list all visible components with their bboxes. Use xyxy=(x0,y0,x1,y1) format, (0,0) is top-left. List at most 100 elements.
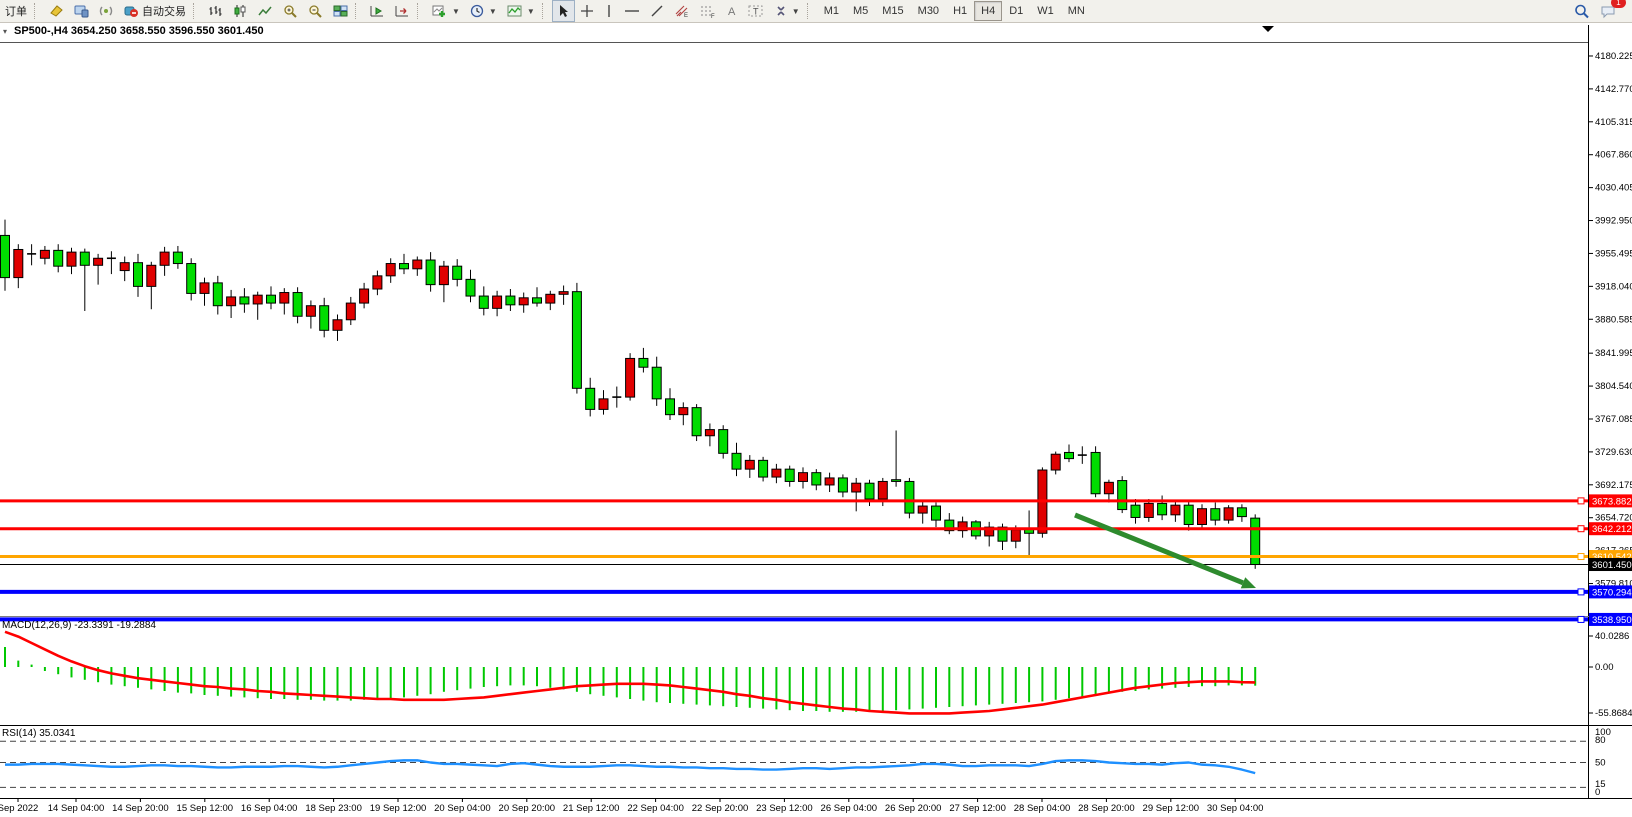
timeframe-button-m30[interactable]: M30 xyxy=(911,1,946,21)
candle-body[interactable] xyxy=(413,260,422,269)
candle-body[interactable] xyxy=(799,473,808,482)
fibonacci-tool-button[interactable]: F xyxy=(695,0,721,22)
candle-body[interactable] xyxy=(559,292,568,295)
auto-scroll-button[interactable] xyxy=(365,0,390,22)
hline-handle-3570.294[interactable] xyxy=(1578,589,1584,595)
candle-body[interactable] xyxy=(280,293,289,304)
text-label-tool-button[interactable]: T xyxy=(743,0,769,22)
chart-expander-icon[interactable]: ▾ xyxy=(3,27,7,36)
candle-body[interactable] xyxy=(14,249,23,277)
candle-body[interactable] xyxy=(253,295,262,304)
candle-body[interactable] xyxy=(759,460,768,477)
new-order-button[interactable]: 订单 xyxy=(0,0,32,22)
candle-body[interactable] xyxy=(40,250,49,258)
candle-body[interactable] xyxy=(932,506,941,520)
candle-body[interactable] xyxy=(293,293,302,317)
indicators-button[interactable]: ▼ xyxy=(502,0,540,22)
candle-body[interactable] xyxy=(666,399,675,415)
news-button[interactable] xyxy=(44,0,69,22)
candle-body[interactable] xyxy=(519,298,528,305)
candle-body[interactable] xyxy=(1,235,10,277)
timeframe-button-m15[interactable]: M15 xyxy=(875,1,910,21)
candle-body[interactable] xyxy=(852,483,861,492)
candle-body[interactable] xyxy=(240,297,249,304)
candle-body[interactable] xyxy=(719,430,728,454)
candle-body[interactable] xyxy=(1171,505,1180,515)
timeframe-button-m1[interactable]: M1 xyxy=(817,1,846,21)
candle-body[interactable] xyxy=(54,250,63,266)
candle-body[interactable] xyxy=(692,408,701,436)
candle-body[interactable] xyxy=(785,469,794,481)
candle-body[interactable] xyxy=(745,460,754,469)
candle-body[interactable] xyxy=(200,283,209,294)
candle-body[interactable] xyxy=(147,265,156,286)
shapes-tool-button[interactable]: ▼ xyxy=(769,0,805,22)
candle-body[interactable] xyxy=(134,263,143,287)
candle-body[interactable] xyxy=(373,276,382,289)
trend-arrow-head[interactable] xyxy=(1241,577,1256,588)
candle-body[interactable] xyxy=(67,252,76,266)
candle-body[interactable] xyxy=(426,260,435,285)
candle-body[interactable] xyxy=(572,292,581,389)
chat-button[interactable]: 1 xyxy=(1595,0,1622,22)
candle-body[interactable] xyxy=(453,266,462,279)
tile-windows-button[interactable] xyxy=(328,0,353,22)
candle-body[interactable] xyxy=(892,480,901,482)
candle-body[interactable] xyxy=(1104,482,1113,493)
candle-body[interactable] xyxy=(320,306,329,331)
crosshair-tool-button[interactable] xyxy=(575,0,599,22)
candle-body[interactable] xyxy=(705,430,714,436)
search-button[interactable] xyxy=(1569,0,1595,22)
candle-body[interactable] xyxy=(1184,505,1193,524)
equidistant-channel-tool-button[interactable]: E xyxy=(669,0,695,22)
autotrading-button[interactable]: 自动交易 xyxy=(119,0,191,22)
candle-body[interactable] xyxy=(639,358,648,367)
periods-button[interactable]: ▼ xyxy=(465,0,502,22)
new-chart-button[interactable]: ▼ xyxy=(427,0,465,22)
hline-handle-3610.542[interactable] xyxy=(1578,554,1584,560)
candle-body[interactable] xyxy=(120,263,129,271)
candle-body[interactable] xyxy=(1198,509,1207,525)
timeframe-button-h1[interactable]: H1 xyxy=(946,1,974,21)
zoom-in-button[interactable] xyxy=(278,0,303,22)
candle-body[interactable] xyxy=(466,279,475,296)
candle-body[interactable] xyxy=(213,283,222,306)
cursor-tool-button[interactable] xyxy=(552,0,575,22)
candle-body[interactable] xyxy=(905,481,914,513)
candle-body[interactable] xyxy=(333,320,342,331)
timeframe-button-w1[interactable]: W1 xyxy=(1030,1,1061,21)
candlestick-button[interactable] xyxy=(228,0,253,22)
candle-body[interactable] xyxy=(160,252,169,265)
candle-body[interactable] xyxy=(386,264,395,276)
candle-body[interactable] xyxy=(865,483,874,499)
candle-body[interactable] xyxy=(533,298,542,303)
candle-body[interactable] xyxy=(1091,452,1100,493)
horizontal-line-tool-button[interactable] xyxy=(619,0,645,22)
chart-shift-marker[interactable] xyxy=(1262,26,1274,32)
candle-body[interactable] xyxy=(1131,505,1140,517)
candle-body[interactable] xyxy=(838,478,847,492)
timeframe-button-h4[interactable]: H4 xyxy=(974,1,1002,21)
candle-body[interactable] xyxy=(439,266,448,284)
candle-body[interactable] xyxy=(479,296,488,308)
hline-handle-3673.882[interactable] xyxy=(1578,498,1584,504)
timeframe-button-d1[interactable]: D1 xyxy=(1002,1,1030,21)
line-chart-button[interactable] xyxy=(253,0,278,22)
candle-body[interactable] xyxy=(506,296,515,305)
candle-body[interactable] xyxy=(1011,530,1020,541)
candle-body[interactable] xyxy=(878,481,887,499)
candle-body[interactable] xyxy=(1118,481,1127,510)
hline-handle-3642.212[interactable] xyxy=(1578,526,1584,532)
zoom-out-button[interactable] xyxy=(303,0,328,22)
candle-body[interactable] xyxy=(652,367,661,399)
candle-body[interactable] xyxy=(918,506,927,513)
candle-body[interactable] xyxy=(1224,508,1233,520)
candle-body[interactable] xyxy=(187,264,196,294)
candle-body[interactable] xyxy=(94,258,103,265)
candle-body[interactable] xyxy=(306,306,315,317)
chart-shift-button[interactable] xyxy=(390,0,415,22)
candle-body[interactable] xyxy=(227,297,236,306)
candle-body[interactable] xyxy=(546,294,555,303)
candle-body[interactable] xyxy=(626,358,635,397)
timeframe-button-m5[interactable]: M5 xyxy=(846,1,875,21)
